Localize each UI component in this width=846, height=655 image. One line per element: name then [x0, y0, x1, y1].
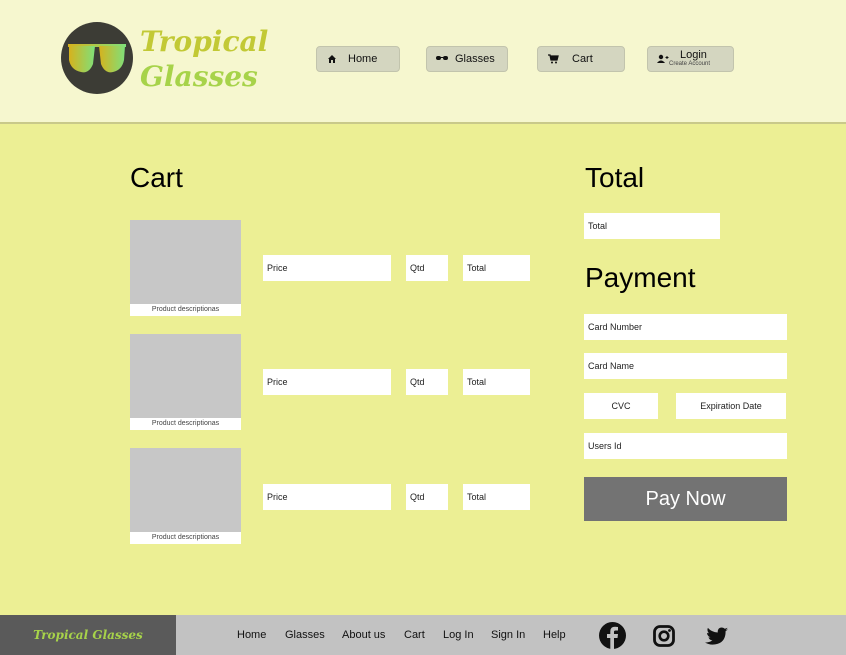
payment-title: Payment	[585, 262, 696, 293]
item-total-field: Total	[463, 369, 530, 395]
order-total-field: Total	[584, 213, 720, 239]
qty-field[interactable]: Qtd	[406, 369, 448, 395]
item-total-field: Total	[463, 255, 530, 281]
brand-line1: Tropical	[140, 25, 269, 58]
site-header: Tropical Glasses Home Glasses Cart Login…	[0, 0, 846, 124]
price-field: Price	[263, 255, 391, 281]
product-image[interactable]	[130, 334, 241, 430]
nav-login-button[interactable]: Login Create Account	[647, 46, 734, 72]
qty-field[interactable]: Qtd	[406, 484, 448, 510]
footer-link-login[interactable]: Log In	[443, 629, 474, 641]
add-user-icon	[656, 52, 670, 66]
twitter-icon[interactable]	[704, 627, 728, 647]
glasses-icon	[435, 52, 449, 66]
facebook-icon[interactable]	[599, 622, 626, 649]
pay-now-button[interactable]: Pay Now	[584, 477, 787, 521]
nav-home-button[interactable]: Home	[316, 46, 400, 72]
sunglasses-icon	[68, 44, 126, 73]
footer-link-glasses[interactable]: Glasses	[285, 629, 325, 641]
nav-home-label: Home	[348, 53, 378, 65]
price-field: Price	[263, 484, 391, 510]
cvc-field[interactable]: CVC	[584, 393, 658, 419]
price-field: Price	[263, 369, 391, 395]
cart-title: Cart	[130, 162, 183, 193]
nav-login-sublabel: Create Account	[669, 61, 711, 67]
qty-field[interactable]: Qtd	[406, 255, 448, 281]
expiration-date-field[interactable]: Expiration Date	[676, 393, 786, 419]
product-image[interactable]	[130, 448, 241, 544]
brand-line2: Glasses	[140, 60, 258, 93]
logo[interactable]	[61, 22, 133, 94]
product-description: Product descriptionas	[130, 532, 241, 544]
card-number-field[interactable]: Card Number	[584, 314, 787, 340]
footer-brand[interactable]: Tropical Glasses	[0, 615, 176, 655]
product-description: Product descriptionas	[130, 304, 241, 316]
nav-glasses-button[interactable]: Glasses	[426, 46, 508, 72]
footer-link-signin[interactable]: Sign In	[491, 629, 525, 641]
item-total-field: Total	[463, 484, 530, 510]
cart-icon	[546, 52, 560, 66]
users-id-field[interactable]: Users Id	[584, 433, 787, 459]
product-description: Product descriptionas	[130, 418, 241, 430]
footer-link-help[interactable]: Help	[543, 629, 566, 641]
brand-name[interactable]: Tropical Glasses	[140, 24, 268, 94]
footer-link-about[interactable]: About us	[342, 629, 385, 641]
nav-cart-label: Cart	[572, 53, 593, 65]
instagram-icon[interactable]	[653, 625, 675, 647]
total-title: Total	[585, 162, 645, 193]
nav-glasses-label: Glasses	[455, 53, 495, 65]
nav-cart-button[interactable]: Cart	[537, 46, 625, 72]
footer-link-cart[interactable]: Cart	[404, 629, 425, 641]
nav-login-label: Login	[680, 49, 707, 61]
card-name-field[interactable]: Card Name	[584, 353, 787, 379]
home-icon	[325, 52, 339, 66]
product-image[interactable]	[130, 220, 241, 316]
footer-link-home[interactable]: Home	[237, 629, 266, 641]
